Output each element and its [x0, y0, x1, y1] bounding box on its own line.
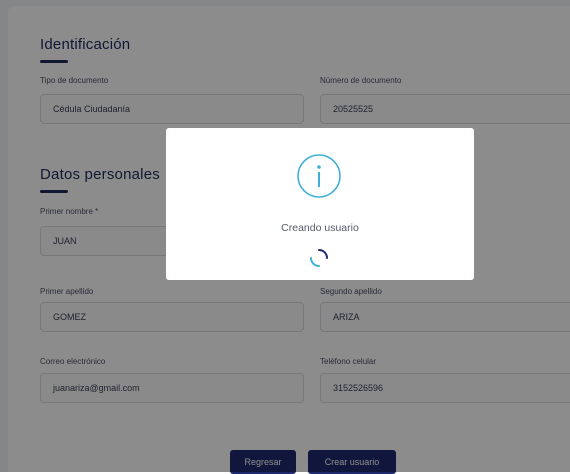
- loading-spinner: [310, 249, 328, 267]
- loading-dialog: Creando usuario: [166, 128, 474, 280]
- modal-overlay: Creando usuario: [0, 0, 570, 472]
- modal-message: Creando usuario: [281, 222, 359, 234]
- info-icon: [297, 154, 341, 198]
